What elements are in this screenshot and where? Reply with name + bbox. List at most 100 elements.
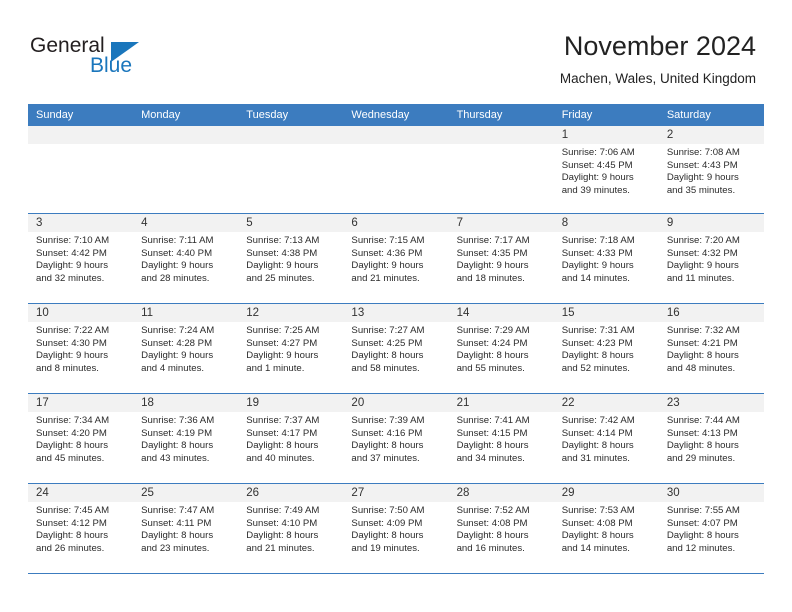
day-number: 30	[658, 484, 764, 502]
day-daylight-2-text: and 45 minutes.	[36, 452, 105, 464]
day-cell[interactable]: 30 Sunrise: 7:55 AM Sunset: 4:07 PM Dayligh…	[658, 484, 764, 573]
day-cell[interactable]: 15 Sunrise: 7:31 AM Sunset: 4:23 PM Dayligh…	[553, 304, 659, 393]
day-number: 19	[238, 394, 344, 412]
general-blue-logo[interactable]: General Blue	[30, 34, 180, 84]
day-cell[interactable]: 7 Sunrise: 7:17 AM Sunset: 4:35 PM Daylight…	[448, 214, 554, 303]
day-cell[interactable]: 9 Sunrise: 7:20 AM Sunset: 4:32 PM Daylight…	[658, 214, 764, 303]
day-cell[interactable]: 23 Sunrise: 7:44 AM Sunset: 4:13 PM Dayligh…	[658, 394, 764, 483]
day-cell[interactable]: 13 Sunrise: 7:27 AM Sunset: 4:25 PM Dayligh…	[343, 304, 449, 393]
day-daylight-2-text: and 40 minutes.	[246, 452, 315, 464]
day-daylight-2-text: and 8 minutes.	[36, 362, 99, 374]
weekday-header-friday: Friday	[561, 109, 593, 121]
day-cell[interactable]: 21 Sunrise: 7:41 AM Sunset: 4:15 PM Dayligh…	[448, 394, 554, 483]
day-cell[interactable]: 4 Sunrise: 7:11 AM Sunset: 4:40 PM Daylight…	[133, 214, 239, 303]
day-cell[interactable]: 6 Sunrise: 7:15 AM Sunset: 4:36 PM Daylight…	[343, 214, 449, 303]
day-number: 15	[553, 304, 659, 322]
day-sun-info: Sunrise: 7:47 AM Sunset: 4:11 PM Daylight:…	[133, 502, 238, 555]
day-number	[448, 126, 554, 144]
day-daylight-2-text: and 21 minutes.	[351, 272, 420, 284]
day-sunrise-text: Sunrise: 7:17 AM	[456, 235, 530, 246]
day-sunrise-text: Sunrise: 7:06 AM	[561, 147, 635, 158]
day-daylight-1-text: Daylight: 8 hours	[666, 350, 739, 362]
day-cell[interactable]: 25 Sunrise: 7:47 AM Sunset: 4:11 PM Dayligh…	[133, 484, 239, 573]
day-cell[interactable]: 22 Sunrise: 7:42 AM Sunset: 4:14 PM Dayligh…	[553, 394, 659, 483]
day-sunset-text: Sunset: 4:35 PM	[456, 247, 528, 259]
day-sunset-text: Sunset: 4:19 PM	[141, 427, 213, 439]
day-cell[interactable]: 26 Sunrise: 7:49 AM Sunset: 4:10 PM Dayligh…	[238, 484, 344, 573]
day-daylight-2-text: and 37 minutes.	[351, 452, 420, 464]
day-sunset-text: Sunset: 4:42 PM	[36, 247, 107, 259]
day-cell-empty	[28, 126, 134, 213]
day-cell[interactable]: 10 Sunrise: 7:22 AM Sunset: 4:30 PM Dayligh…	[28, 304, 134, 393]
day-daylight-2-text: and 18 minutes.	[456, 272, 525, 284]
day-cell[interactable]: 19 Sunrise: 7:37 AM Sunset: 4:17 PM Dayligh…	[238, 394, 344, 483]
day-number: 16	[658, 304, 764, 322]
day-sunset-text: Sunset: 4:36 PM	[351, 247, 423, 259]
day-number: 25	[133, 484, 239, 502]
day-number: 18	[133, 394, 239, 412]
day-cell[interactable]: 24 Sunrise: 7:45 AM Sunset: 4:12 PM Dayligh…	[28, 484, 134, 573]
calendar-week-row: 24 Sunrise: 7:45 AM Sunset: 4:12 PM Dayligh…	[28, 484, 764, 574]
day-sun-info: Sunrise: 7:41 AM Sunset: 4:15 PM Daylight:…	[449, 412, 554, 465]
day-sun-info: Sunrise: 7:20 AM Sunset: 4:32 PM Daylight:…	[659, 232, 764, 285]
day-cell[interactable]: 16 Sunrise: 7:32 AM Sunset: 4:21 PM Dayligh…	[658, 304, 764, 393]
day-cell[interactable]: 20 Sunrise: 7:39 AM Sunset: 4:16 PM Dayligh…	[343, 394, 449, 483]
weekday-header-monday: Monday	[141, 109, 181, 121]
day-number: 5	[238, 214, 344, 232]
day-daylight-2-text: and 48 minutes.	[666, 362, 736, 374]
day-number: 1	[553, 126, 659, 144]
day-cell[interactable]: 2 Sunrise: 7:08 AM Sunset: 4:43 PM Daylight…	[658, 126, 764, 213]
day-number: 26	[238, 484, 344, 502]
day-sunrise-text: Sunrise: 7:37 AM	[246, 415, 320, 426]
day-sun-info: Sunrise: 7:15 AM Sunset: 4:36 PM Daylight:…	[343, 232, 448, 285]
day-sunset-text: Sunset: 4:14 PM	[561, 427, 633, 439]
day-sunrise-text: Sunrise: 7:15 AM	[351, 235, 425, 246]
day-daylight-2-text: and 58 minutes.	[351, 362, 420, 374]
day-daylight-1-text: Daylight: 9 hours	[456, 260, 529, 272]
day-daylight-1-text: Daylight: 8 hours	[351, 350, 424, 362]
day-sunset-text: Sunset: 4:17 PM	[246, 427, 318, 439]
day-cell[interactable]: 17 Sunrise: 7:34 AM Sunset: 4:20 PM Dayligh…	[28, 394, 134, 483]
day-cell[interactable]: 3 Sunrise: 7:10 AM Sunset: 4:42 PM Daylight…	[28, 214, 134, 303]
day-cell-empty	[238, 126, 344, 213]
day-sunset-text: Sunset: 4:15 PM	[456, 427, 528, 439]
title-block: November 2024 Machen, Wales, United King…	[560, 30, 756, 89]
day-sunrise-text: Sunrise: 7:25 AM	[246, 325, 320, 336]
day-cell[interactable]: 27 Sunrise: 7:50 AM Sunset: 4:09 PM Dayligh…	[343, 484, 449, 573]
day-sunset-text: Sunset: 4:45 PM	[561, 159, 633, 171]
day-sun-info: Sunrise: 7:34 AM Sunset: 4:20 PM Daylight:…	[28, 412, 133, 465]
day-daylight-2-text: and 43 minutes.	[141, 452, 210, 464]
day-cell[interactable]: 18 Sunrise: 7:36 AM Sunset: 4:19 PM Dayligh…	[133, 394, 239, 483]
day-cell[interactable]: 5 Sunrise: 7:13 AM Sunset: 4:38 PM Daylight…	[238, 214, 344, 303]
day-sun-info: Sunrise: 7:32 AM Sunset: 4:21 PM Daylight:…	[659, 322, 764, 375]
day-sun-info: Sunrise: 7:53 AM Sunset: 4:08 PM Daylight:…	[554, 502, 659, 555]
day-sunrise-text: Sunrise: 7:52 AM	[456, 505, 530, 516]
day-sunrise-text: Sunrise: 7:29 AM	[456, 325, 530, 336]
logo-text-blue: Blue	[90, 54, 133, 77]
day-sunrise-text: Sunrise: 7:53 AM	[561, 505, 635, 516]
day-daylight-1-text: Daylight: 8 hours	[456, 350, 529, 362]
weekday-header-saturday: Saturday	[666, 109, 711, 121]
day-daylight-2-text: and 39 minutes.	[561, 184, 630, 196]
day-daylight-1-text: Daylight: 8 hours	[141, 440, 214, 452]
day-cell[interactable]: 28 Sunrise: 7:52 AM Sunset: 4:08 PM Dayligh…	[448, 484, 554, 573]
day-sunset-text: Sunset: 4:13 PM	[666, 427, 738, 439]
day-cell[interactable]: 8 Sunrise: 7:18 AM Sunset: 4:33 PM Daylight…	[553, 214, 659, 303]
day-cell-empty	[133, 126, 239, 213]
day-sunset-text: Sunset: 4:08 PM	[561, 517, 633, 529]
day-cell[interactable]: 12 Sunrise: 7:25 AM Sunset: 4:27 PM Dayligh…	[238, 304, 344, 393]
day-cell[interactable]: 1 Sunrise: 7:06 AM Sunset: 4:45 PM Daylight…	[553, 126, 659, 213]
day-sun-info: Sunrise: 7:18 AM Sunset: 4:33 PM Daylight:…	[554, 232, 659, 285]
day-cell[interactable]: 14 Sunrise: 7:29 AM Sunset: 4:24 PM Dayligh…	[448, 304, 554, 393]
day-cell[interactable]: 29 Sunrise: 7:53 AM Sunset: 4:08 PM Dayligh…	[553, 484, 659, 573]
day-sun-info: Sunrise: 7:22 AM Sunset: 4:30 PM Daylight:…	[28, 322, 133, 375]
day-number: 8	[553, 214, 659, 232]
weekday-header-sunday: Sunday	[36, 109, 74, 121]
day-sunrise-text: Sunrise: 7:13 AM	[246, 235, 320, 246]
day-sunset-text: Sunset: 4:23 PM	[561, 337, 633, 349]
day-daylight-1-text: Daylight: 8 hours	[36, 440, 108, 452]
day-sun-info: Sunrise: 7:45 AM Sunset: 4:12 PM Daylight:…	[28, 502, 133, 555]
day-cell[interactable]: 11 Sunrise: 7:24 AM Sunset: 4:28 PM Dayligh…	[133, 304, 239, 393]
day-daylight-1-text: Daylight: 8 hours	[351, 440, 424, 452]
day-number: 24	[28, 484, 134, 502]
